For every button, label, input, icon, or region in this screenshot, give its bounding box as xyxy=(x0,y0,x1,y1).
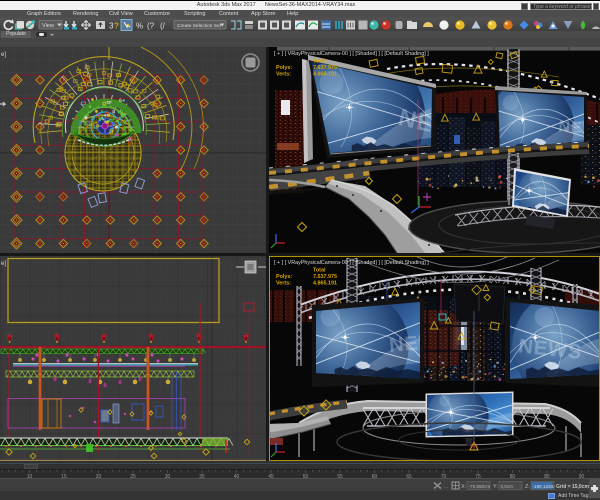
svg-text:Grid = 15,0cm: Grid = 15,0cm xyxy=(556,484,589,490)
svg-text:e]: e] xyxy=(1,52,6,58)
svg-text:[ + ] [ VRayPhysicalCamera-00: [ + ] [ VRayPhysicalCamera-00 ] [ [Shade… xyxy=(274,260,429,266)
svg-text:7.637.975: 7.637.975 xyxy=(313,274,337,280)
svg-text:Total: Total xyxy=(313,268,326,274)
svg-text:?: ? xyxy=(126,25,130,31)
svg-text:Polys:: Polys: xyxy=(276,65,292,71)
svg-text:...: ... xyxy=(444,484,448,490)
svg-text:Total: Total xyxy=(313,59,326,65)
svg-text:-190,133m: -190,133m xyxy=(533,484,555,489)
svg-text:4.865.191: 4.865.191 xyxy=(313,281,337,287)
svg-text:Create Selection Set: Create Selection Set xyxy=(177,23,222,29)
svg-text:Z:: Z: xyxy=(525,484,530,490)
svg-text:(/: (/ xyxy=(160,22,166,31)
svg-text:X:: X: xyxy=(461,484,467,490)
svg-text:-75,650cm: -75,650cm xyxy=(469,484,491,489)
svg-text:4.865.191: 4.865.191 xyxy=(313,72,337,78)
svg-text:0,0cm: 0,0cm xyxy=(501,484,514,489)
svg-text:Verts:: Verts: xyxy=(276,72,291,78)
svg-text:?: ? xyxy=(114,22,119,31)
svg-text:e]: e] xyxy=(1,261,6,267)
svg-text:Y:: Y: xyxy=(493,484,498,490)
svg-text:[ + ] [ VRayPhysicalCamera-00: [ + ] [ VRayPhysicalCamera-00 ] [ [Shade… xyxy=(274,51,429,57)
svg-text:7.637.975: 7.637.975 xyxy=(313,65,337,71)
svg-text:Verts:: Verts: xyxy=(276,281,291,287)
svg-text:%: % xyxy=(136,22,143,31)
svg-text:View: View xyxy=(42,23,54,29)
svg-text:Polys:: Polys: xyxy=(276,274,292,280)
svg-text:(?: (? xyxy=(147,22,155,31)
